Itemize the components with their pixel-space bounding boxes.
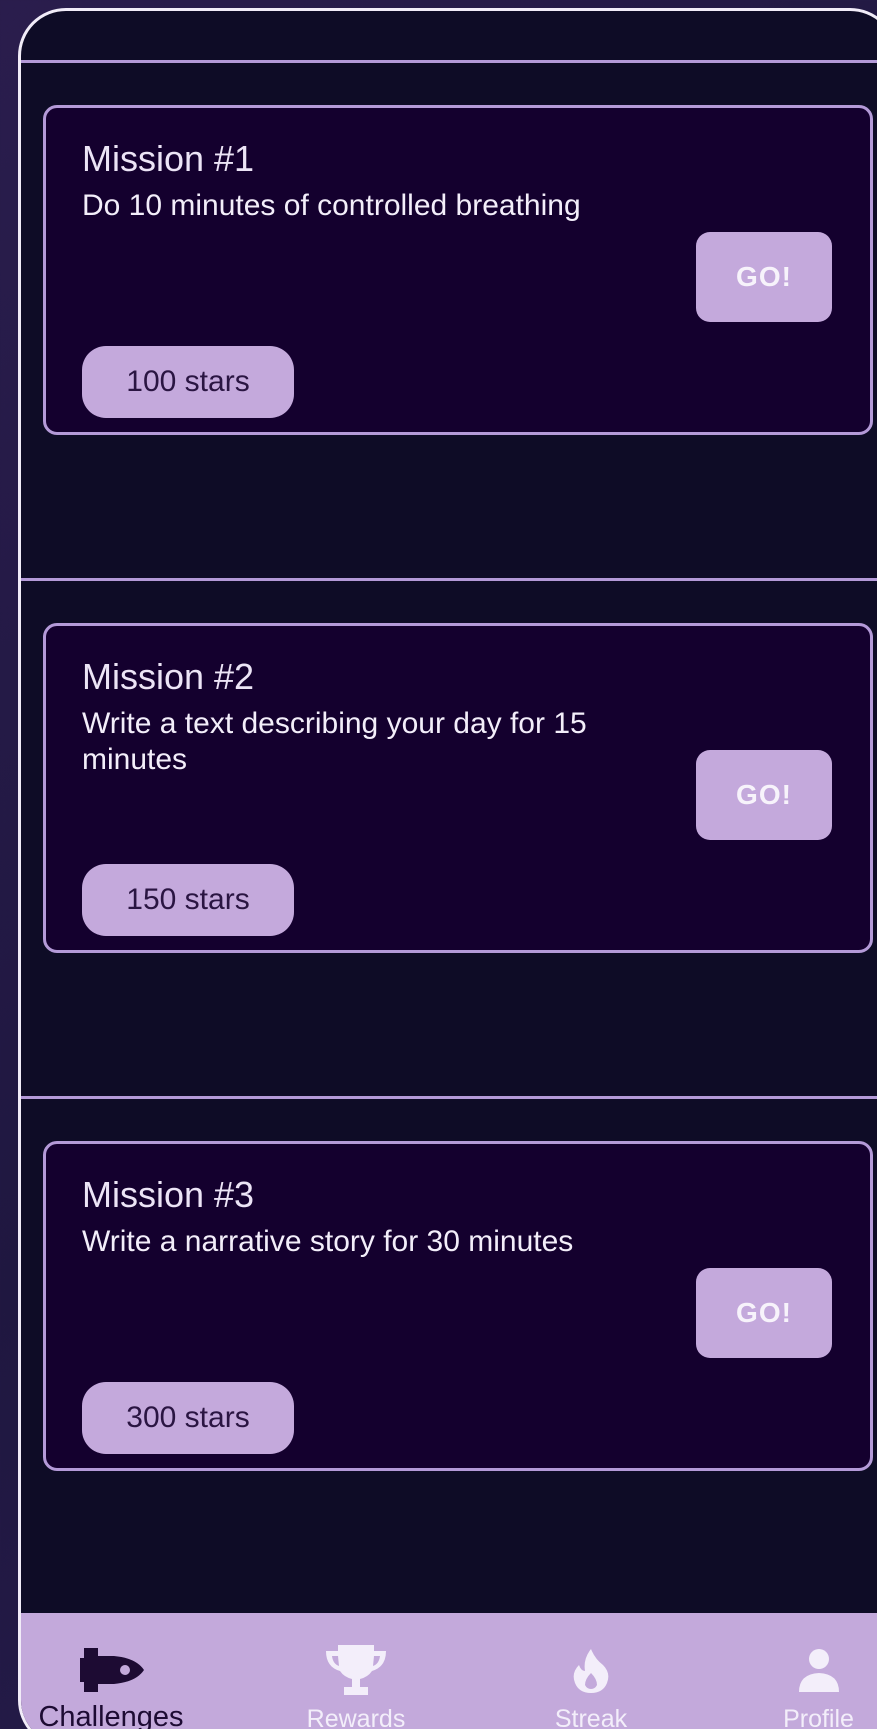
mission-description: Write a text describing your day for 15 … — [82, 707, 587, 776]
phone-frame: Mission #1 Do 10 minutes of controlled b… — [18, 8, 877, 1729]
trophy-icon — [324, 1641, 388, 1699]
rocket-icon — [76, 1641, 146, 1699]
bottom-tab-bar: Challenges Rewards Streak Profile — [21, 1613, 877, 1729]
go-button[interactable]: GO! — [696, 232, 832, 322]
mission-title: Mission #3 — [82, 1174, 255, 1215]
mission-section: Mission #1 Do 10 minutes of controlled b… — [21, 60, 877, 530]
tab-label: Rewards — [306, 1705, 406, 1729]
tab-label: Profile — [783, 1705, 854, 1729]
mission-title: Mission #2 — [82, 656, 255, 697]
go-button[interactable]: GO! — [696, 1268, 832, 1358]
mission-section: Mission #3 Write a narrative story for 3… — [21, 1096, 877, 1566]
tab-label: Streak — [554, 1705, 628, 1729]
tab-profile[interactable]: Profile — [741, 1613, 877, 1729]
reward-stars-badge: 150 stars — [82, 864, 294, 936]
tab-rewards[interactable]: Rewards — [276, 1613, 436, 1729]
tab-challenges[interactable]: Challenges — [21, 1613, 201, 1729]
tab-label: Challenges — [38, 1701, 184, 1729]
tab-streak[interactable]: Streak — [511, 1613, 671, 1729]
mission-section: Mission #2 Write a text describing your … — [21, 578, 877, 1048]
mission-description: Write a narrative story for 30 minutes — [82, 1225, 574, 1258]
person-icon — [797, 1641, 841, 1699]
reward-stars-badge: 100 stars — [82, 346, 294, 418]
go-button[interactable]: GO! — [696, 750, 832, 840]
flame-icon — [571, 1641, 611, 1699]
mission-card: Mission #2 Write a text describing your … — [43, 623, 873, 953]
mission-card: Mission #1 Do 10 minutes of controlled b… — [43, 105, 873, 435]
mission-card: Mission #3 Write a narrative story for 3… — [43, 1141, 873, 1471]
mission-title: Mission #1 — [82, 138, 255, 179]
reward-stars-badge: 300 stars — [82, 1382, 294, 1454]
mission-description: Do 10 minutes of controlled breathing — [82, 189, 581, 222]
